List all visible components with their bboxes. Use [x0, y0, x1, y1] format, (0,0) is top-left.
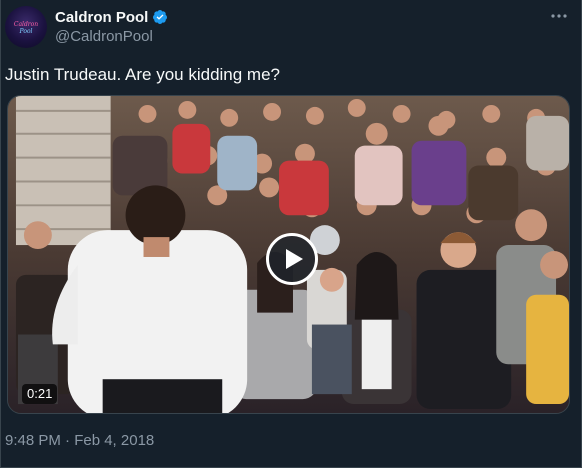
author-name-row[interactable]: Caldron Pool — [55, 8, 168, 26]
svg-text:Pool: Pool — [19, 28, 33, 34]
avatar[interactable]: Caldron Pool — [5, 6, 47, 48]
tweet-timestamp[interactable]: 9:48 PM · Feb 4, 2018 — [5, 432, 154, 449]
more-options-icon[interactable] — [549, 6, 569, 26]
author-display-name[interactable]: Caldron Pool — [55, 9, 148, 26]
avatar-logo: Caldron Pool — [14, 21, 38, 34]
tweet-card: Caldron Pool Caldron Pool @CaldronPool J… — [0, 0, 582, 468]
svg-text:Caldron: Caldron — [14, 21, 38, 28]
video-duration-badge: 0:21 — [22, 384, 58, 404]
play-icon — [286, 249, 303, 269]
play-button[interactable] — [266, 233, 318, 285]
tweet-text: Justin Trudeau. Are you kidding me? — [5, 65, 280, 84]
verified-badge-icon — [153, 10, 168, 24]
video-player[interactable]: 0:21 — [7, 95, 570, 414]
author-handle[interactable]: @CaldronPool — [55, 28, 153, 45]
